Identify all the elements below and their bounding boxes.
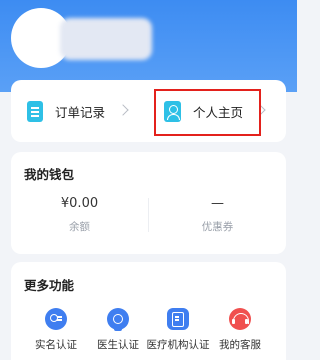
- balance-block[interactable]: ¥0.00 余额: [11, 196, 148, 234]
- chevron-right-icon: [117, 104, 129, 116]
- quick-nav-card: 订单记录 个人主页: [11, 80, 286, 142]
- more-functions-card: 更多功能 实名认证 医生认证 医疗机构认证 我的客服: [11, 262, 286, 360]
- balance-value: ¥0.00: [60, 196, 99, 211]
- coupon-label: 优惠券: [201, 221, 234, 233]
- id-verify-icon: [45, 308, 67, 330]
- real-name-verify-button[interactable]: 实名认证: [21, 308, 91, 352]
- wallet-card: 我的钱包 ¥0.00 余额 — 优惠券: [11, 152, 286, 254]
- coupon-block[interactable]: — 优惠券: [149, 196, 286, 234]
- order-records-button[interactable]: 订单记录: [27, 80, 105, 142]
- profile-header: [0, 0, 297, 92]
- institution-verify-button[interactable]: 医疗机构认证: [143, 308, 213, 352]
- institution-verify-icon: [167, 308, 189, 330]
- document-icon: [27, 100, 43, 122]
- customer-service-button[interactable]: 我的客服: [205, 308, 275, 352]
- doctor-verify-icon: [107, 308, 129, 331]
- wallet-title: 我的钱包: [24, 167, 75, 182]
- coupon-value: —: [211, 196, 224, 211]
- real-name-verify-label: 实名认证: [35, 339, 77, 351]
- highlight-box: [154, 89, 261, 136]
- customer-service-label: 我的客服: [219, 339, 261, 351]
- user-name-redacted: [60, 18, 152, 60]
- institution-verify-label: 医疗机构认证: [146, 339, 210, 351]
- more-functions-title: 更多功能: [24, 278, 75, 293]
- order-records-label: 订单记录: [55, 104, 106, 120]
- balance-label: 余额: [69, 221, 90, 233]
- customer-service-icon: [229, 308, 251, 330]
